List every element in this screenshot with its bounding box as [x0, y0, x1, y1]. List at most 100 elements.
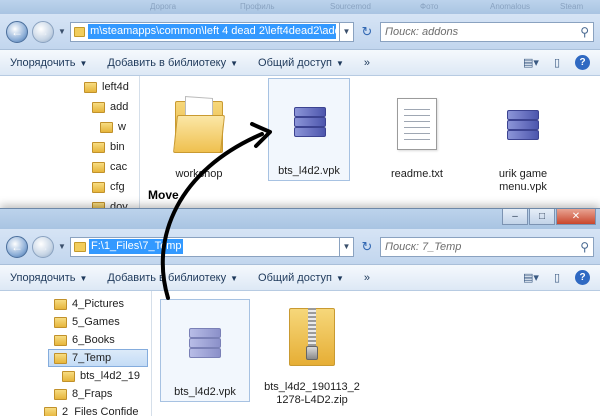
title-ghost-text: Steam — [560, 2, 584, 11]
search-box[interactable]: ⚲ — [380, 21, 594, 42]
address-path[interactable]: m\steamapps\common\left 4 dead 2\left4de… — [88, 24, 336, 39]
file-item-vpk[interactable]: urik game menu.vpk — [482, 82, 564, 196]
organize-menu[interactable]: Упорядочить ▼ — [10, 272, 87, 284]
window-titlebar[interactable]: – □ ✕ — [0, 209, 600, 229]
file-name: workshop — [175, 168, 223, 180]
preview-pane-icon[interactable]: ▯ — [549, 56, 565, 70]
folder-icon — [92, 101, 105, 113]
search-box[interactable]: ⚲ — [380, 236, 594, 257]
tree-item[interactable]: bin — [92, 138, 125, 156]
refresh-icon[interactable]: ↻ — [358, 238, 376, 256]
folder-icon — [100, 121, 113, 133]
vpk-file-icon — [161, 300, 249, 384]
organize-label: Упорядочить — [10, 271, 76, 284]
file-item-vpk[interactable]: bts_l4d2.vpk — [268, 78, 350, 181]
zip-file-icon — [264, 295, 360, 379]
more-commands-button[interactable]: » — [364, 57, 370, 69]
forward-arrow-icon[interactable]: → — [32, 235, 54, 258]
forward-arrow-icon[interactable]: → — [32, 20, 54, 43]
help-icon[interactable]: ? — [575, 270, 590, 285]
refresh-icon[interactable]: ↻ — [358, 23, 376, 41]
address-path[interactable]: F:\1_Files\7_Temp — [89, 239, 184, 254]
file-item-zip[interactable]: bts_l4d2_190113_21278-L4D2.zip — [264, 295, 360, 409]
chevron-down-icon: ▼ — [230, 58, 239, 68]
tree-item[interactable]: left4d — [84, 78, 129, 96]
tree-item[interactable]: 8_Fraps — [54, 385, 112, 403]
explorer-window-7-temp: – □ ✕ ← → ▼ F:\1_Files\7_Temp ▼ ↻ ⚲ Упор… — [0, 208, 600, 416]
file-item-folder[interactable]: workshop — [158, 82, 240, 183]
view-icon[interactable]: ▤▾ — [523, 56, 539, 70]
organize-menu[interactable]: Упорядочить ▼ — [10, 57, 87, 69]
title-ghost-text: Sourcemod — [330, 2, 371, 11]
tree-item[interactable]: cfg — [92, 178, 125, 196]
tree-item[interactable]: w — [100, 118, 126, 136]
share-menu[interactable]: Общий доступ ▼ — [258, 272, 344, 284]
view-icon[interactable]: ▤▾ — [523, 271, 539, 285]
window-controls: – □ ✕ — [502, 209, 596, 225]
back-arrow-icon[interactable]: ← — [6, 20, 28, 43]
add-to-library-menu[interactable]: Добавить в библиотеку ▼ — [107, 272, 238, 284]
tree-item-label: add — [110, 101, 129, 113]
file-name: urik game menu.vpk — [498, 168, 548, 193]
file-pane: bts_l4d2.vpk bts_l4d2_190113_21278-L4D2.… — [152, 291, 600, 416]
history-dropdown-icon[interactable]: ▼ — [58, 27, 66, 36]
tree-item-label: left4d — [102, 81, 129, 93]
preview-pane-icon[interactable]: ▯ — [549, 271, 565, 285]
folder-icon — [54, 298, 67, 310]
address-bar[interactable]: m\steamapps\common\left 4 dead 2\left4de… — [70, 21, 340, 42]
help-icon[interactable]: ? — [575, 55, 590, 70]
chevron-down-icon: ▼ — [79, 273, 88, 283]
file-item-text[interactable]: readme.txt — [376, 82, 458, 183]
search-icon[interactable]: ⚲ — [580, 25, 589, 39]
search-input[interactable] — [385, 25, 581, 38]
explorer-content: left4d add w bin cac cfg dov workshop bt… — [0, 76, 600, 214]
explorer-window-addons: Дорога Профиль Sourcemod Фото Anomalous … — [0, 0, 600, 214]
tree-item-label: cfg — [110, 181, 125, 193]
folder-icon — [54, 316, 67, 328]
navigation-tree: left4d add w bin cac cfg dov — [0, 76, 140, 214]
file-item-vpk[interactable]: bts_l4d2.vpk — [160, 299, 250, 402]
history-dropdown-icon[interactable]: ▼ — [58, 242, 66, 251]
share-label: Общий доступ — [258, 271, 332, 284]
tree-item-label: 2_Files Confide — [62, 406, 139, 416]
tree-item[interactable]: cac — [92, 158, 127, 176]
tree-item-label: 4_Pictures — [72, 298, 124, 310]
chevron-down-icon: ▼ — [79, 58, 88, 68]
add-to-library-menu[interactable]: Добавить в библиотеку ▼ — [107, 57, 238, 69]
folder-icon — [92, 181, 105, 193]
tree-item[interactable]: 4_Pictures — [54, 295, 124, 313]
folder-icon — [92, 161, 105, 173]
tree-item[interactable]: bts_l4d2_19 — [62, 367, 140, 385]
add-to-library-label: Добавить в библиотеку — [107, 56, 227, 69]
folder-icon — [74, 26, 86, 37]
tree-item[interactable]: 2_Files Confide — [44, 403, 138, 416]
search-icon[interactable]: ⚲ — [580, 240, 589, 254]
command-bar: Упорядочить ▼ Добавить в библиотеку ▼ Общи… — [0, 265, 600, 291]
tree-item-label: cac — [110, 161, 128, 173]
address-dropdown-icon[interactable]: ▼ — [340, 236, 354, 257]
share-menu[interactable]: Общий доступ ▼ — [258, 57, 344, 69]
tree-item[interactable]: 6_Books — [54, 331, 115, 349]
maximize-icon[interactable]: □ — [529, 209, 555, 225]
window-titlebar[interactable]: Дорога Профиль Sourcemod Фото Anomalous … — [0, 0, 600, 14]
minimize-icon[interactable]: – — [502, 209, 528, 225]
tree-item[interactable]: add — [92, 98, 128, 116]
close-icon[interactable]: ✕ — [556, 209, 596, 225]
chevron-down-icon: ▼ — [335, 273, 344, 283]
folder-icon — [62, 370, 75, 382]
tree-item-label: bin — [110, 141, 125, 153]
address-bar[interactable]: F:\1_Files\7_Temp — [70, 236, 340, 257]
tree-item-selected[interactable]: 7_Temp — [48, 349, 148, 367]
search-input[interactable] — [385, 240, 581, 253]
back-arrow-icon[interactable]: ← — [6, 235, 28, 258]
title-ghost-text: Фото — [420, 2, 439, 11]
tree-item-label: 8_Fraps — [72, 388, 113, 400]
navigation-bar: ← → ▼ m\steamapps\common\left 4 dead 2\l… — [0, 14, 600, 50]
folder-icon — [54, 334, 67, 346]
tree-item[interactable]: 5_Games — [54, 313, 120, 331]
folder-icon — [92, 141, 105, 153]
more-commands-button[interactable]: » — [364, 272, 370, 284]
file-name: bts_l4d2_190113_21278-L4D2.zip — [264, 381, 360, 406]
address-dropdown-icon[interactable]: ▼ — [340, 21, 354, 42]
navigation-bar: ← → ▼ F:\1_Files\7_Temp ▼ ↻ ⚲ — [0, 229, 600, 265]
